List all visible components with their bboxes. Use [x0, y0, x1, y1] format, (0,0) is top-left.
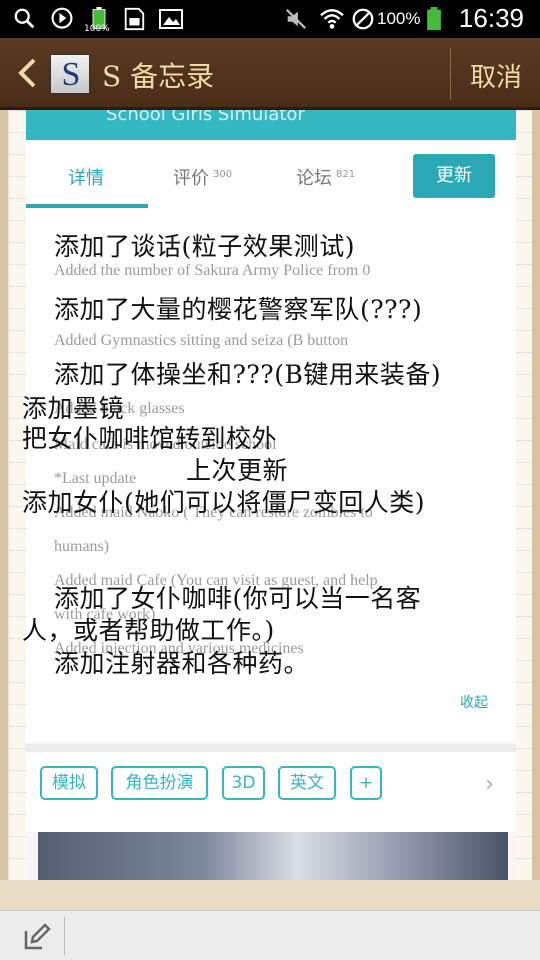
translation-line: 添加了体操坐和???(B键用来装备) [54, 360, 442, 389]
changelog-line: humans) [54, 538, 110, 555]
tag-3d[interactable]: 3D [222, 766, 265, 800]
translation-line: 添加了女仆咖啡(你可以当一名客 [54, 584, 422, 613]
tab-forum[interactable]: 论坛 821 [296, 164, 355, 190]
section-separator [26, 744, 516, 752]
tab-details[interactable]: 详情 [68, 164, 104, 190]
battery-level-small: 100% [84, 24, 110, 34]
paper-edge-left [0, 110, 8, 880]
battery-percent: 100% [377, 9, 421, 28]
app-logo: S [50, 54, 90, 94]
tab-reviews[interactable]: 评价 300 [173, 164, 232, 190]
tag-simulation[interactable]: 模拟 [40, 766, 98, 800]
translation-line: 上次更新 [186, 456, 289, 485]
tag-english[interactable]: 英文 [278, 766, 336, 800]
screenshot-header: School Girls Simulator [26, 110, 516, 140]
toolbar-divider [64, 917, 65, 955]
translation-line: 添加了谈话(粒子效果测试) [54, 232, 356, 261]
mute-icon [285, 8, 307, 30]
game-preview-image[interactable] [38, 832, 508, 880]
app-logo-letter: S [61, 56, 81, 93]
translation-line: 人，或者帮助做工作。) [22, 616, 275, 645]
clock: 16:39 [458, 3, 524, 33]
translation-line: 添加注射器和各种药。 [54, 649, 310, 678]
sd-card-icon [124, 7, 145, 31]
bottom-toolbar [0, 910, 540, 960]
no-signal-icon [352, 8, 374, 30]
update-button[interactable]: 更新 [413, 154, 495, 198]
translation-line: 添加了大量的樱花警察军队(???) [54, 295, 423, 324]
paper-bottom-strip [0, 880, 540, 910]
translation-line: 把女仆咖啡馆转到校外 [22, 424, 278, 453]
tab-details-label: 详情 [68, 168, 104, 189]
tag-row: 模拟 角色扮演 3D 英文 + › [26, 752, 516, 832]
chevron-right-icon[interactable]: › [485, 772, 494, 797]
status-bar: 100% 100% 16:39 [0, 0, 540, 38]
changelog-line: Added the number of Sakura Army Police f… [54, 262, 371, 279]
screenshot-header-title: School Girls Simulator [106, 110, 305, 125]
tag-more-button[interactable]: + [350, 766, 382, 800]
play-icon [51, 7, 73, 29]
tab-reviews-label: 评价 [173, 168, 209, 189]
wifi-icon [320, 9, 344, 29]
battery-icon [427, 7, 441, 31]
active-tab-indicator [26, 204, 148, 208]
collapse-link[interactable]: 收起 [460, 692, 488, 712]
changelog-line: Added Gymnastics sitting and seiza (B bu… [54, 332, 349, 349]
back-arrow-icon[interactable] [14, 56, 40, 90]
tab-forum-label: 论坛 [296, 168, 332, 189]
paper-edge-right [532, 110, 540, 880]
tag-roleplay[interactable]: 角色扮演 [111, 766, 208, 800]
app-bar-divider [450, 48, 451, 100]
tab-forum-count: 821 [336, 169, 356, 180]
edit-icon[interactable] [20, 921, 52, 953]
app-bar: S S 备忘录 取消 [0, 38, 540, 110]
translation-line: 添加女仆(她们可以将僵尸变回人类) [22, 488, 426, 517]
app-title: S 备忘录 [102, 60, 215, 93]
cancel-button[interactable]: 取消 [470, 57, 522, 94]
tab-reviews-count: 300 [213, 169, 233, 180]
image-icon [159, 9, 183, 29]
search-icon [14, 8, 35, 29]
